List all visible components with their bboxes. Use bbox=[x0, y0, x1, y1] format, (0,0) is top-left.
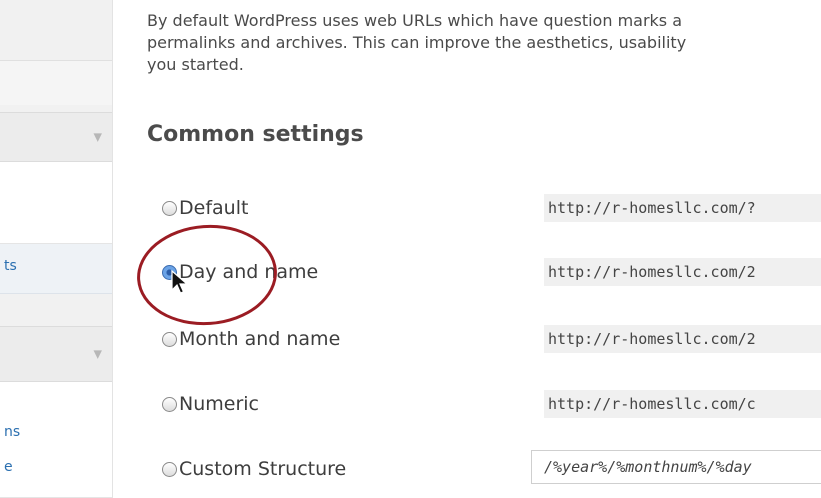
sidebar-link-fragment[interactable]: ns bbox=[4, 424, 20, 440]
permalink-settings-main: By default WordPress uses web URLs which… bbox=[113, 0, 821, 498]
radio-month-and-name[interactable] bbox=[162, 331, 177, 347]
sidebar-collapsible-header-2[interactable]: ▼ bbox=[0, 326, 112, 382]
sidebar-link-fragment[interactable]: ts bbox=[4, 258, 17, 274]
radio-custom-structure[interactable] bbox=[162, 461, 177, 477]
intro-text: By default WordPress uses web URLs which… bbox=[147, 10, 821, 76]
intro-line-1: By default WordPress uses web URLs which… bbox=[147, 11, 683, 30]
sidebar-collapsible-header[interactable]: ▼ bbox=[0, 112, 112, 162]
example-url-day-and-name: http://r-homesllc.com/2 bbox=[544, 258, 821, 286]
triangle-down-icon[interactable]: ▼ bbox=[94, 131, 102, 144]
option-day-and-name[interactable]: Day and name bbox=[162, 258, 318, 286]
custom-structure-input[interactable]: /%year%/%monthnum%/%day bbox=[531, 450, 821, 484]
triangle-down-icon[interactable]: ▼ bbox=[94, 348, 102, 361]
option-label: Day and name bbox=[179, 261, 319, 283]
sidebar-section bbox=[0, 60, 112, 105]
sidebar-panel bbox=[0, 162, 112, 244]
admin-sidebar: ▼ ts ▼ ns e bbox=[0, 0, 113, 498]
option-custom-structure[interactable]: Custom Structure bbox=[162, 455, 346, 483]
sidebar-panel-2: ns e bbox=[0, 382, 112, 498]
example-url-default: http://r-homesllc.com/? bbox=[544, 194, 821, 222]
radio-numeric[interactable] bbox=[162, 396, 177, 412]
option-label: Default bbox=[179, 197, 249, 219]
option-month-and-name[interactable]: Month and name bbox=[162, 325, 340, 353]
option-default[interactable]: Default bbox=[162, 194, 248, 222]
example-url-numeric: http://r-homesllc.com/c bbox=[544, 390, 821, 418]
sidebar-top bbox=[0, 0, 112, 60]
option-label: Custom Structure bbox=[179, 458, 347, 480]
radio-default[interactable] bbox=[162, 200, 177, 216]
sidebar-item-active[interactable]: ts bbox=[0, 244, 112, 294]
example-url-month-and-name: http://r-homesllc.com/2 bbox=[544, 325, 821, 353]
option-numeric[interactable]: Numeric bbox=[162, 390, 259, 418]
option-label: Numeric bbox=[179, 393, 259, 415]
intro-line-3: you started. bbox=[147, 55, 244, 74]
radio-day-and-name[interactable] bbox=[162, 264, 177, 280]
sidebar-link-fragment[interactable]: e bbox=[4, 459, 13, 475]
option-label: Month and name bbox=[179, 328, 341, 350]
intro-line-2: permalinks and archives. This can improv… bbox=[147, 33, 687, 52]
section-heading: Common settings bbox=[147, 122, 364, 147]
